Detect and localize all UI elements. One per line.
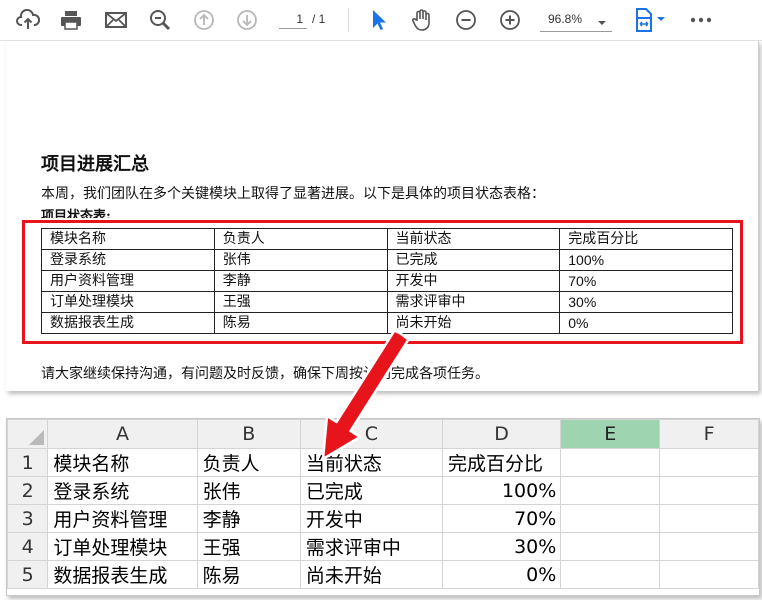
cell[interactable]: 数据报表生成 xyxy=(47,560,198,589)
row-header[interactable]: 4 xyxy=(7,532,49,561)
spreadsheet-grid: A B C D E F 1 模块名称 负责人 当前状态 完成百分比 2 登录系统… xyxy=(7,419,759,589)
table-row: 4 订单处理模块 王强 需求评审中 30% xyxy=(7,532,759,561)
table-row: 2 登录系统 张伟 已完成 100% xyxy=(7,476,759,505)
cell[interactable]: 张伟 xyxy=(196,476,301,505)
select-all-corner[interactable] xyxy=(7,419,49,449)
cell[interactable]: 已完成 xyxy=(299,476,443,505)
row-header[interactable]: 1 xyxy=(7,448,49,477)
mail-icon[interactable] xyxy=(102,6,130,34)
page-down-icon[interactable] xyxy=(233,6,261,34)
row-header[interactable]: 3 xyxy=(7,504,49,533)
column-header-row: A B C D E F xyxy=(7,419,759,449)
cell[interactable]: 0% xyxy=(441,560,562,589)
page-number-input[interactable] xyxy=(279,9,307,29)
document-footer: 请大家继续保持沟通，有问题及时反馈，确保下周按计划完成各项任务。 xyxy=(41,366,489,382)
document-heading: 项目进展汇总 xyxy=(41,154,149,175)
cell[interactable]: 用户资料管理 xyxy=(47,504,198,533)
highlight-box xyxy=(22,220,743,344)
column-header[interactable]: A xyxy=(47,419,198,449)
select-cursor-icon[interactable] xyxy=(364,6,392,34)
cell[interactable] xyxy=(560,476,661,505)
column-header-selected[interactable]: E xyxy=(560,419,661,449)
column-header[interactable]: B xyxy=(196,419,301,449)
table-row: 3 用户资料管理 李静 开发中 70% xyxy=(7,504,759,533)
zoom-in-icon[interactable] xyxy=(496,6,524,34)
cell[interactable]: 李静 xyxy=(196,504,301,533)
cell[interactable] xyxy=(560,504,661,533)
cell[interactable]: 尚未开始 xyxy=(299,560,443,589)
cell[interactable]: 负责人 xyxy=(196,448,301,477)
page-total: / 1 xyxy=(312,12,326,26)
more-icon[interactable] xyxy=(687,6,715,34)
column-header[interactable]: F xyxy=(659,419,759,449)
zoom-search-icon[interactable] xyxy=(146,6,174,34)
cell[interactable] xyxy=(659,532,759,561)
cell[interactable]: 订单处理模块 xyxy=(47,532,198,561)
cell[interactable]: 100% xyxy=(441,476,562,505)
zoom-out-icon[interactable] xyxy=(452,6,480,34)
row-header[interactable]: 5 xyxy=(7,560,49,589)
cell[interactable] xyxy=(659,560,759,589)
hand-icon[interactable] xyxy=(408,6,436,34)
row-header[interactable]: 2 xyxy=(7,476,49,505)
cell[interactable]: 模块名称 xyxy=(47,448,198,477)
cell[interactable] xyxy=(659,448,759,477)
column-header[interactable]: C xyxy=(299,419,443,449)
pdf-viewer: / 1 96.8% 项目进展汇总 本周，我们团队在多个关键模块上取得了显著进展 xyxy=(0,0,762,396)
cell[interactable] xyxy=(560,560,661,589)
document-intro: 本周，我们团队在多个关键模块上取得了显著进展。以下是具体的项目状态表格： xyxy=(41,186,545,202)
table-row: 1 模块名称 负责人 当前状态 完成百分比 xyxy=(7,448,759,477)
cell[interactable]: 陈易 xyxy=(196,560,301,589)
print-icon[interactable] xyxy=(57,6,85,34)
cell[interactable]: 完成百分比 xyxy=(441,448,562,477)
zoom-level-value: 96.8% xyxy=(548,12,583,26)
cell[interactable]: 30% xyxy=(441,532,562,561)
cell[interactable]: 需求评审中 xyxy=(299,532,443,561)
page-up-icon[interactable] xyxy=(190,6,218,34)
zoom-level-select[interactable]: 96.8% xyxy=(540,9,612,32)
fit-page-icon[interactable] xyxy=(630,6,670,34)
cell[interactable] xyxy=(659,504,759,533)
cell[interactable]: 登录系统 xyxy=(47,476,198,505)
spreadsheet: A B C D E F 1 模块名称 负责人 当前状态 完成百分比 2 登录系统… xyxy=(6,418,760,596)
cell[interactable] xyxy=(659,476,759,505)
cell[interactable]: 当前状态 xyxy=(299,448,443,477)
chevron-down-icon xyxy=(597,13,607,32)
document-table-title: 项目状态表: xyxy=(41,209,111,218)
cell[interactable] xyxy=(560,532,661,561)
cell[interactable] xyxy=(560,448,661,477)
table-row: 5 数据报表生成 陈易 尚未开始 0% xyxy=(7,560,759,589)
cell[interactable]: 开发中 xyxy=(299,504,443,533)
column-header[interactable]: D xyxy=(441,419,562,449)
cell[interactable]: 70% xyxy=(441,504,562,533)
toolbar-divider xyxy=(348,8,349,32)
pdf-toolbar: / 1 96.8% xyxy=(0,0,762,41)
cell[interactable]: 王强 xyxy=(196,532,301,561)
cloud-upload-icon[interactable] xyxy=(14,6,42,34)
